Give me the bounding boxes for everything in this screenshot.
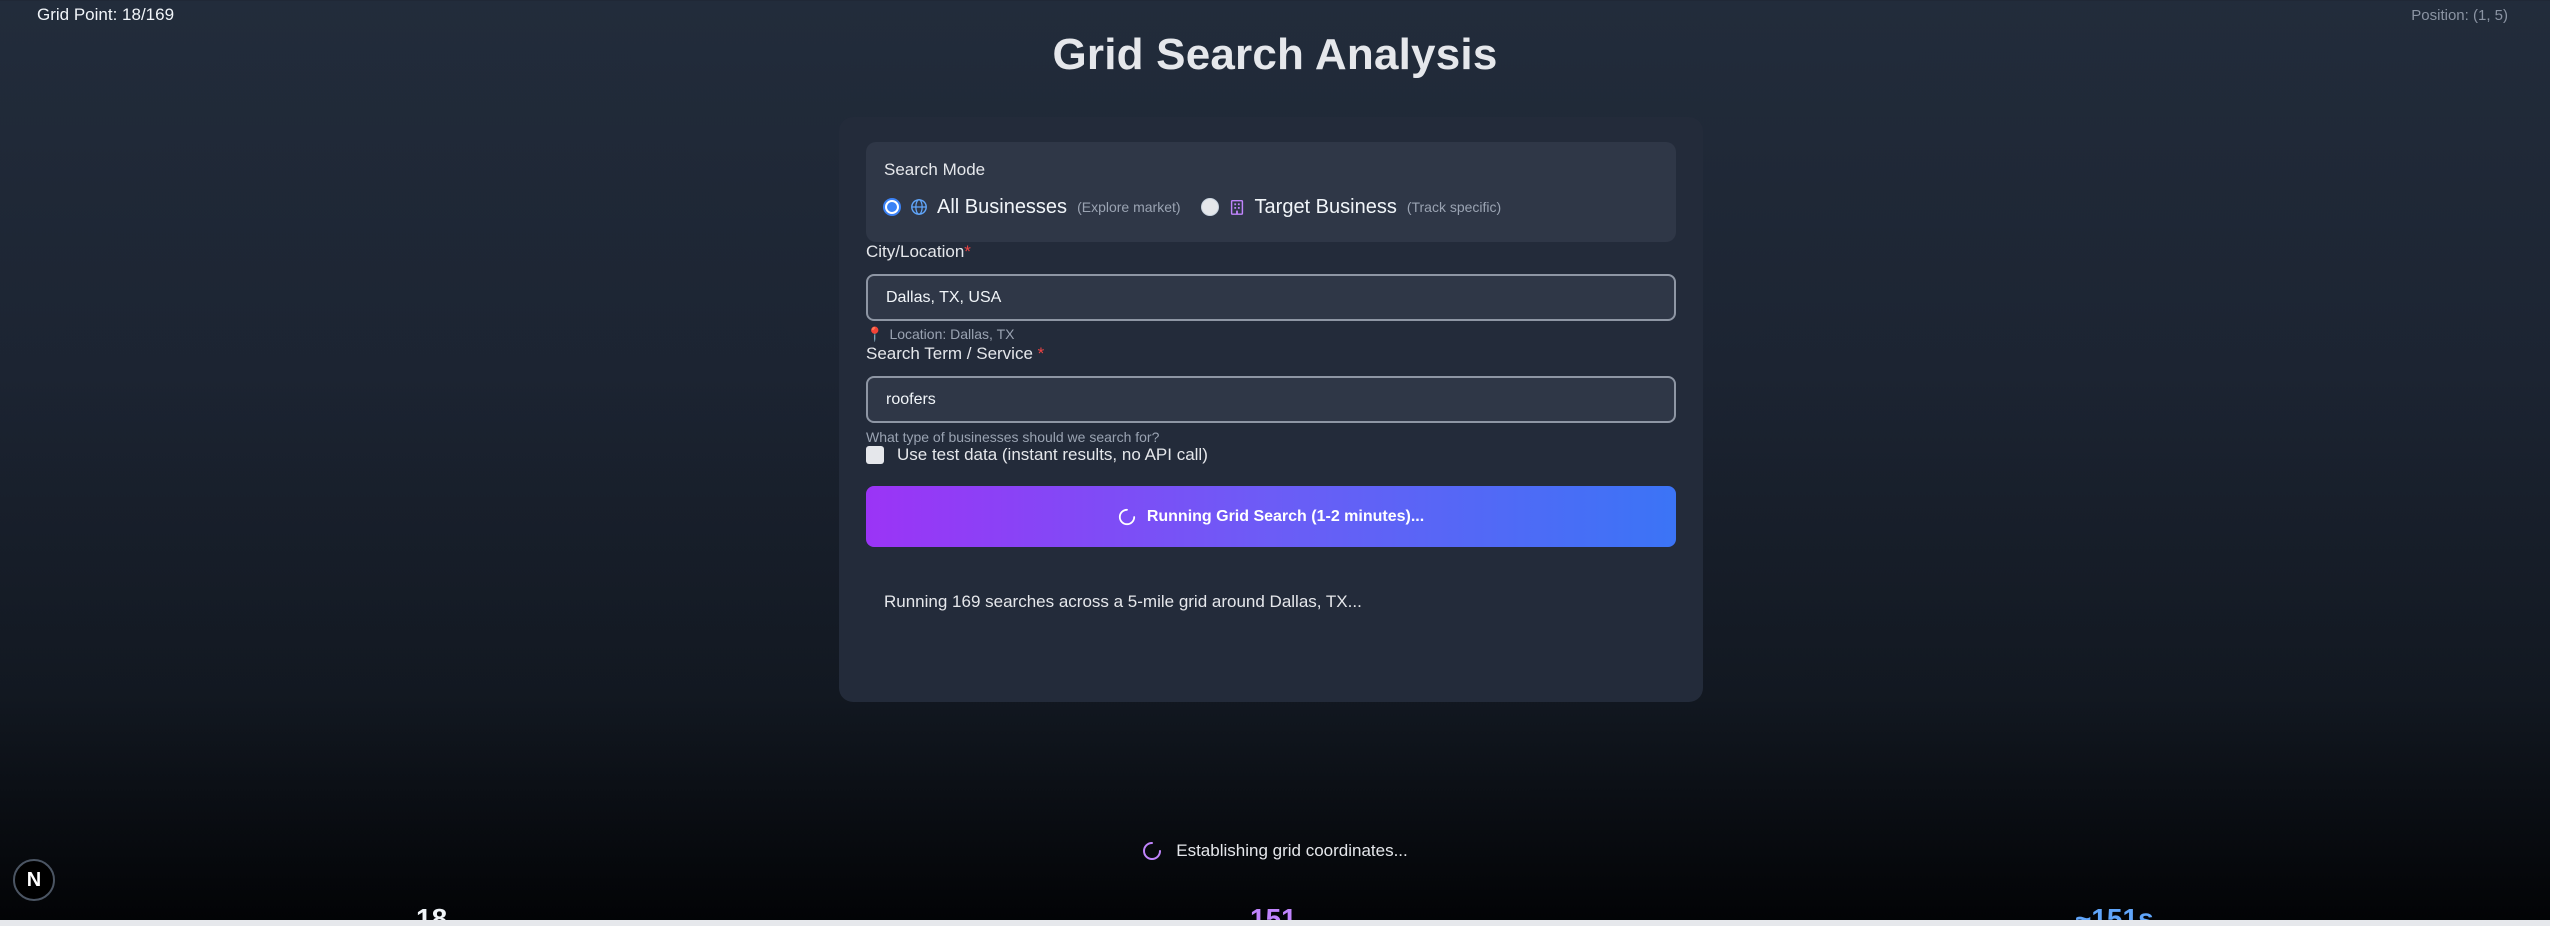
all-businesses-radio[interactable] [883, 198, 901, 216]
spinner-icon [1118, 508, 1135, 525]
pin-icon: 📍 [866, 326, 884, 342]
search-mode-label: Search Mode [884, 160, 986, 179]
city-location-hint: 📍 Location: Dallas, TX [866, 326, 1014, 343]
establishing-status: Establishing grid coordinates... [0, 841, 2550, 861]
required-mark: * [1037, 344, 1045, 363]
search-mode-panel: Search Mode All Businesses (Explore mark… [866, 142, 1676, 242]
target-business-radio[interactable] [1200, 198, 1219, 216]
test-data-label[interactable]: Use test data (instant results, no API c… [897, 445, 1208, 465]
n-logo-button[interactable]: N [13, 859, 55, 901]
city-label-text: City/Location [866, 242, 965, 261]
all-businesses-label[interactable]: All Businesses [937, 196, 1067, 219]
page-title: Grid Search Analysis [1052, 30, 1498, 79]
grid-point-counter: Grid Point: 18/169 [37, 5, 175, 24]
test-data-option[interactable]: Use test data (instant results, no API c… [866, 445, 1208, 465]
test-data-checkbox[interactable] [866, 446, 884, 464]
run-grid-search-button[interactable]: Running Grid Search (1-2 minutes)... [866, 486, 1676, 547]
search-form-card: Search Mode All Businesses (Explore mark… [839, 117, 1703, 702]
required-mark: * [964, 242, 971, 261]
establishing-text: Establishing grid coordinates... [1176, 841, 1408, 860]
target-business-label[interactable]: Target Business [1255, 196, 1397, 219]
search-term-label-text: Search Term / Service [866, 344, 1033, 363]
search-term-hint: What type of businesses should we search… [866, 429, 1160, 445]
bottom-divider [0, 920, 2550, 926]
building-icon [1230, 199, 1243, 215]
city-label: City/Location* [866, 242, 971, 262]
city-hint-text: Location: Dallas, TX [889, 326, 1015, 342]
search-term-input[interactable]: roofers [866, 376, 1676, 423]
globe-icon [911, 199, 927, 215]
target-business-hint: (Track specific) [1406, 199, 1502, 215]
search-mode-options: All Businesses (Explore market) Target B… [883, 194, 1521, 220]
all-businesses-hint: (Explore market) [1077, 199, 1181, 215]
position-readout: Position: (1, 5) [2411, 7, 2508, 24]
search-term-label: Search Term / Service * [866, 344, 1044, 364]
spinner-icon [1143, 842, 1162, 860]
status-text: Running 169 searches across a 5-mile gri… [884, 592, 1362, 611]
run-button-label: Running Grid Search (1-2 minutes)... [1146, 507, 1425, 525]
city-input[interactable]: Dallas, TX, USA [866, 274, 1676, 321]
